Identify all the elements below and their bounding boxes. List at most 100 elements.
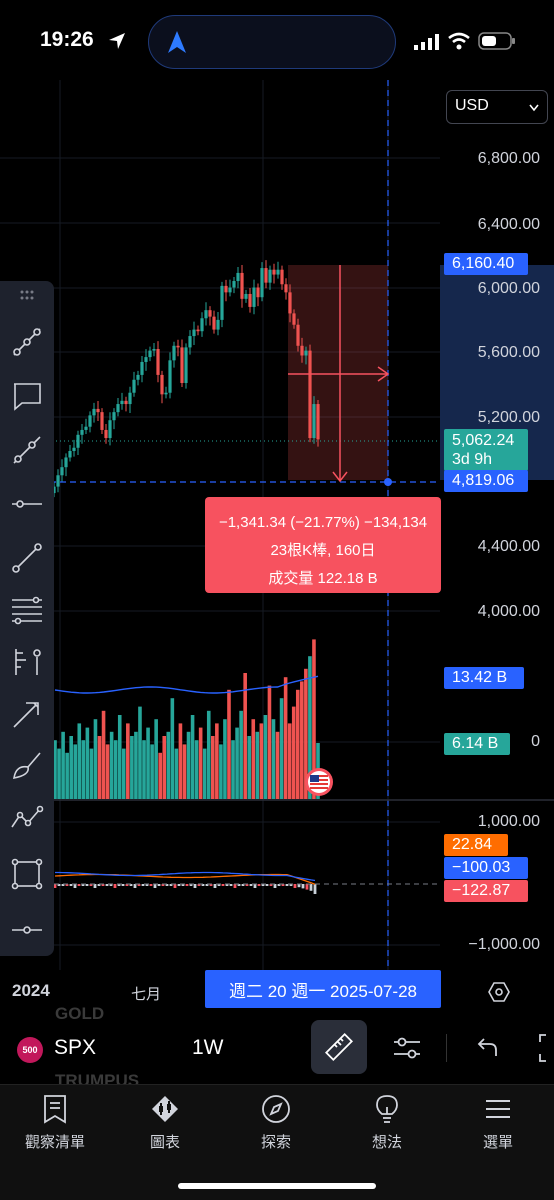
volume-bar [113,740,118,799]
measure-tool-button[interactable] [311,1020,367,1074]
candle-body [56,475,60,487]
line-segment-tool-icon[interactable] [8,539,46,577]
currency-value: USD [455,97,489,114]
volume-bar [121,748,126,799]
horizontal-line-tool-icon[interactable] [8,485,46,523]
volume-bar [259,723,264,799]
volume-bar [154,719,158,799]
candle-body [112,412,116,421]
candle-body [212,316,216,330]
volume-bar [81,740,86,799]
volume-bar [190,715,195,799]
volume-bar [73,744,78,799]
nav-chart-label: 圖表 [149,1134,180,1151]
volume-bar [219,744,223,799]
candles [52,260,320,498]
volume-bar [295,689,300,799]
volume-bar [61,731,65,799]
interval-selector[interactable]: 1W [192,1036,224,1060]
measure-change: −1,341.34 (−21.77%) −134,134 [218,514,428,531]
oscillator-histogram-bar [141,884,145,886]
location-arrow-icon [109,33,125,49]
undo-icon[interactable] [474,1036,500,1060]
oscillator-histogram-bar [153,884,157,888]
oscillator-histogram-bar [133,884,137,888]
nav-ideas[interactable]: 想法 [332,1093,442,1152]
currency-select[interactable]: USD [446,90,548,124]
navigation-arrow-icon [168,31,186,53]
volume-bar [142,740,146,799]
oscillator-histogram-bar [285,884,289,886]
text-note-tool-icon[interactable] [8,377,46,415]
oscillator-histogram-bar [53,884,57,888]
measure-bars: 23根K棒, 160日 [270,542,376,559]
candle-body [116,404,120,413]
candle-body [92,408,96,416]
chart-icon [152,1096,178,1122]
candle-body [308,350,312,439]
price-axis-label: 5,200.00 [477,409,540,426]
crosshair-price-tag: 4,819.06 [444,470,528,492]
chart-settings-icon[interactable] [487,980,511,1004]
nav-explore[interactable]: 探索 [221,1093,331,1152]
volume-bar [287,723,292,799]
volume-bar [215,723,219,799]
oscillator-histogram-bar [265,884,269,886]
chevron-down-icon [529,104,539,112]
candle-body [248,293,252,307]
price-range-tool-icon[interactable] [8,911,46,949]
volume-bar [166,731,171,799]
menu-icon [486,1100,510,1118]
symbol-name[interactable]: SPX [54,1036,96,1060]
oscillator-histogram-bar [233,884,237,888]
volume-bar [223,719,227,799]
nav-watchlist[interactable]: 觀察清單 [0,1093,110,1152]
price-axis-label: −1,000.00 [468,936,540,953]
nav-explore-label: 探索 [260,1134,291,1151]
measure-area [288,265,388,480]
indicators-icon[interactable] [392,1034,422,1062]
last-price-value: 5,062.24 [452,432,515,449]
status-time: 19:26 [40,28,94,51]
oscillator-histogram-bar [69,884,73,886]
candle-body [272,269,276,275]
drag-handle-icon[interactable] [8,283,46,309]
candle-body [244,293,248,299]
nav-watchlist-label: 觀察清單 [24,1134,85,1151]
oscillator-histogram-bar [193,884,197,888]
compass-icon [262,1095,290,1123]
nav-chart[interactable]: 圖表 [110,1093,220,1152]
volume-bar [150,744,154,799]
candle-body [188,336,192,348]
nav-ideas-label: 想法 [371,1134,402,1151]
oscillator-histogram-bar [273,884,277,888]
volume-bar [65,752,69,799]
ray-tool-icon[interactable] [8,431,46,469]
trend-line-tool-icon[interactable] [8,323,46,361]
volume-bar [57,748,61,799]
long-position-tool-icon[interactable] [8,643,46,681]
candle-body [288,292,292,314]
volume-bar [69,736,73,799]
oscillator-histogram-bar [105,884,109,886]
us-flag-event-icon[interactable] [304,767,334,797]
oscillator-histogram-bar [213,884,217,888]
volume-bar [134,731,138,799]
arrow-tool-icon[interactable] [8,695,46,733]
nav-menu[interactable]: 選單 [443,1093,553,1152]
rectangle-tool-icon[interactable] [8,855,46,893]
candle-body [252,287,256,307]
brush-tool-icon[interactable] [8,747,46,785]
volume-bar [255,731,260,799]
volume-bar [130,736,134,799]
oscillator-histogram-bar [229,884,233,886]
candle-body [144,357,148,362]
candle-body [192,329,196,337]
fib-retracement-tool-icon[interactable] [8,591,46,629]
volume-bar [158,752,162,799]
fullscreen-icon[interactable] [536,1032,554,1064]
volume-bar [117,715,122,799]
volume-bar [243,673,247,799]
candle-body [168,360,172,393]
path-tool-icon[interactable] [8,799,46,837]
